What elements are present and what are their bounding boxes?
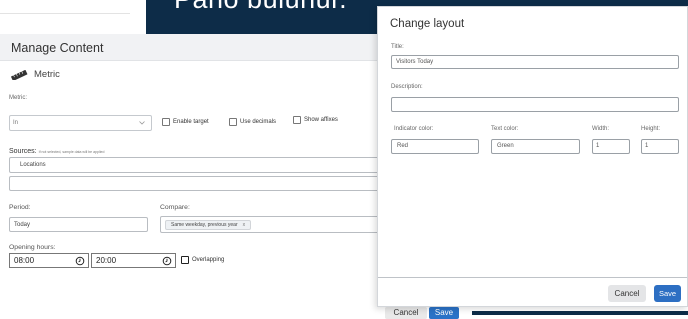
- width-label: Width:: [592, 126, 610, 132]
- text-color-value: Green: [497, 143, 514, 149]
- use-decimals-label: Use decimals: [240, 119, 277, 125]
- manage-content-header: Manage Content: [0, 34, 400, 61]
- background-footer-strip: [472, 311, 688, 315]
- top-left-card: [0, 0, 146, 34]
- manage-cancel-button[interactable]: Cancel: [385, 307, 427, 319]
- sources-select[interactable]: Locations: [9, 157, 389, 173]
- change-layout-modal: Change layout Title: Visitors Today Desc…: [377, 6, 688, 307]
- indicator-color-value: Red: [397, 143, 409, 149]
- manage-content-panel: Manage Content Metric Metric: In Enable …: [0, 34, 400, 315]
- height-input[interactable]: 1: [641, 139, 679, 154]
- clock-icon[interactable]: [75, 256, 85, 266]
- banner-text: Pano bulunur.: [174, 0, 347, 15]
- modal-title: Change layout: [390, 18, 465, 30]
- sources-value: Locations: [20, 162, 46, 168]
- enable-target-checkbox[interactable]: Enable target: [162, 118, 209, 126]
- close-time-input[interactable]: 20:00: [91, 253, 176, 268]
- title-value: Visitors Today: [396, 59, 434, 65]
- sources-secondary-input[interactable]: [9, 176, 389, 191]
- period-select[interactable]: Today: [9, 217, 148, 232]
- metric-label: Metric:: [9, 95, 27, 101]
- chevron-down-icon: [139, 121, 145, 125]
- title-label: Title:: [391, 44, 404, 50]
- checkbox-box[interactable]: [162, 118, 170, 126]
- remove-tag-icon[interactable]: x: [243, 222, 246, 228]
- cancel-button[interactable]: Cancel: [608, 285, 646, 302]
- show-affixes-label: Show affixes: [304, 117, 338, 123]
- height-label: Height:: [641, 126, 661, 132]
- text-color-input[interactable]: Green: [491, 139, 580, 154]
- divider: [0, 13, 130, 14]
- metric-heading: Metric: [34, 69, 60, 80]
- sources-label: Sources:: [9, 148, 37, 155]
- overlapping-label: Overlapping: [192, 257, 225, 263]
- text-color-label: Text color:: [491, 126, 519, 132]
- ruler-icon: [11, 69, 28, 80]
- indicator-color-label: Indicator color:: [394, 126, 434, 132]
- sources-note: If not selected, sample data will be app…: [38, 150, 105, 154]
- metric-select-value: In: [13, 120, 19, 126]
- indicator-color-input[interactable]: Red: [391, 139, 479, 154]
- compare-tag[interactable]: Same weekday, previous year x: [165, 220, 252, 230]
- overlapping-checkbox[interactable]: Overlapping: [181, 256, 224, 264]
- manage-content-title: Manage Content: [11, 41, 104, 55]
- opening-hours-label: Opening hours:: [9, 244, 56, 251]
- compare-tag-label: Same weekday, previous year: [171, 222, 238, 228]
- height-value: 1: [645, 143, 649, 149]
- period-value: Today: [14, 222, 31, 228]
- open-time-value: 08:00: [14, 256, 35, 265]
- description-label: Description:: [391, 84, 423, 90]
- show-affixes-checkbox[interactable]: Show affixes: [293, 116, 338, 124]
- width-value: 1: [596, 143, 600, 149]
- close-time-value: 20:00: [96, 256, 117, 265]
- metric-heading-row: Metric: [10, 69, 60, 80]
- width-input[interactable]: 1: [592, 139, 630, 154]
- checkbox-box[interactable]: [181, 256, 189, 264]
- enable-target-label: Enable target: [173, 119, 209, 125]
- period-label: Period:: [9, 204, 31, 211]
- checkbox-box[interactable]: [229, 118, 237, 126]
- use-decimals-checkbox[interactable]: Use decimals: [229, 118, 276, 126]
- save-button[interactable]: Save: [654, 285, 681, 302]
- compare-label: Compare:: [160, 204, 190, 211]
- metric-select[interactable]: In: [9, 115, 152, 131]
- manage-save-button[interactable]: Save: [429, 307, 459, 319]
- modal-footer-divider: [378, 277, 687, 278]
- description-input[interactable]: [391, 97, 679, 112]
- checkbox-box[interactable]: [293, 116, 301, 124]
- clock-icon[interactable]: [162, 256, 172, 266]
- title-input[interactable]: Visitors Today: [391, 55, 679, 69]
- sources-label-row: Sources: If not selected, sample data wil…: [9, 148, 104, 155]
- open-time-input[interactable]: 08:00: [9, 253, 89, 268]
- compare-select[interactable]: Same weekday, previous year x: [160, 216, 390, 233]
